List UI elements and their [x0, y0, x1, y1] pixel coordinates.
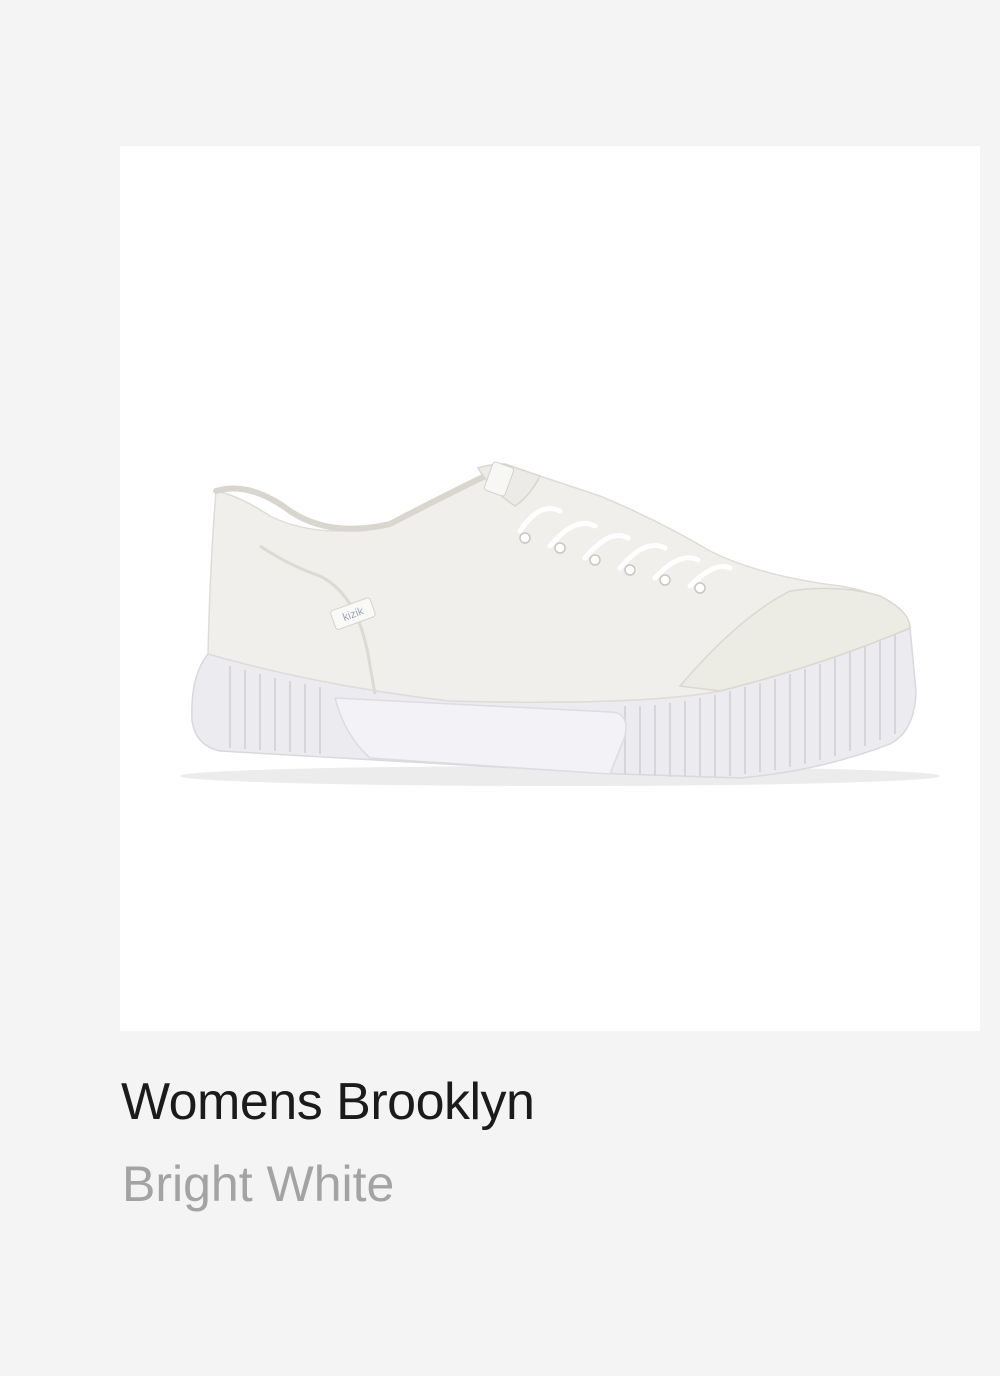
product-card[interactable]: kizik Womens Brooklyn Bright White — [0, 0, 1000, 1376]
product-name[interactable]: Womens Brooklyn — [121, 1072, 535, 1132]
sneaker-illustration: kizik — [180, 461, 940, 786]
product-color: Bright White — [122, 1156, 395, 1212]
product-image[interactable]: kizik — [120, 146, 980, 1031]
